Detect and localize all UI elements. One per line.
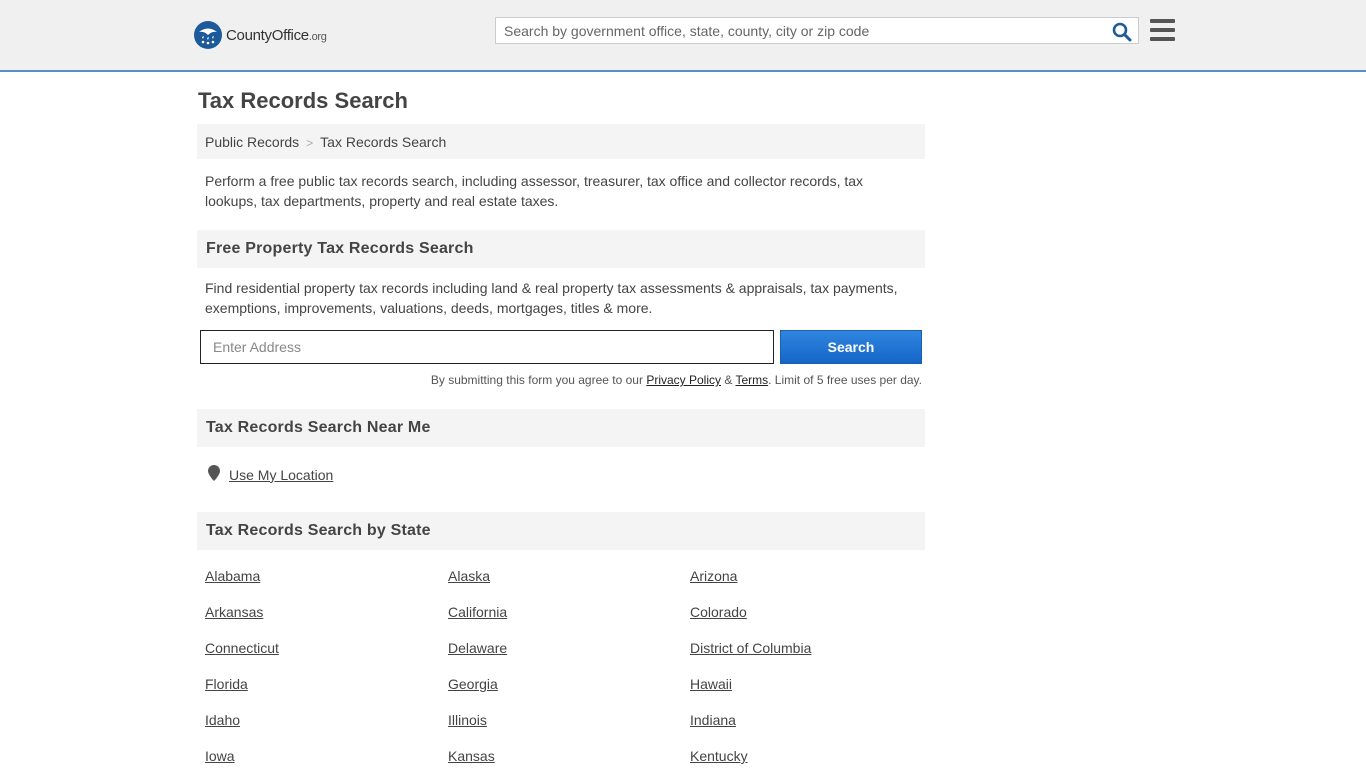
logo-name: CountyOffice [226,26,309,44]
state-link-alaska[interactable]: Alaska [448,568,490,584]
page-title: Tax Records Search [198,88,408,113]
use-location[interactable]: Use My Location [208,465,333,484]
site-search-box [495,17,1139,44]
state-link-georgia[interactable]: Georgia [448,676,498,692]
property-search-heading: Free Property Tax Records Search [197,230,925,268]
state-link-connecticut[interactable]: Connecticut [205,640,279,656]
state-link-iowa[interactable]: Iowa [205,748,235,764]
state-link-california[interactable]: California [448,604,507,620]
breadcrumb-public-records[interactable]: Public Records [205,134,299,150]
state-link-arizona[interactable]: Arizona [690,568,737,584]
by-state-heading: Tax Records Search by State [197,512,925,550]
hamburger-menu-icon[interactable] [1150,19,1175,41]
state-link-indiana[interactable]: Indiana [690,712,736,728]
state-link-colorado[interactable]: Colorado [690,604,747,620]
state-link-kansas[interactable]: Kansas [448,748,495,764]
map-pin-icon [208,465,220,484]
site-logo[interactable]: CountyOffice.org [194,20,327,50]
state-link-hawaii[interactable]: Hawaii [690,676,732,692]
breadcrumb-current: Tax Records Search [320,134,447,150]
state-link-district-of-columbia[interactable]: District of Columbia [690,640,811,656]
site-header: CountyOffice.org [0,0,1366,72]
breadcrumb-separator: > [306,136,314,150]
state-link-delaware[interactable]: Delaware [448,640,507,656]
disclaimer-prefix: By submitting this form you agree to our [430,373,647,387]
logo-badge-icon [194,21,222,49]
search-button[interactable]: Search [780,330,922,364]
state-link-florida[interactable]: Florida [205,676,248,692]
intro-text: Perform a free public tax records search… [205,173,864,209]
state-link-idaho[interactable]: Idaho [205,712,240,728]
disclaimer-suffix: . Limit of 5 free uses per day. [768,373,922,387]
state-link-arkansas[interactable]: Arkansas [205,604,263,620]
state-link-kentucky[interactable]: Kentucky [690,748,748,764]
state-link-alabama[interactable]: Alabama [205,568,260,584]
disclaimer-amp: & [721,373,736,387]
terms-link[interactable]: Terms [735,373,768,387]
logo-text: CountyOffice.org [226,27,327,44]
property-search-description: Find residential property tax records in… [205,280,898,316]
state-link-illinois[interactable]: Illinois [448,712,487,728]
privacy-policy-link[interactable]: Privacy Policy [646,373,721,387]
form-disclaimer: By submitting this form you agree to our… [200,373,922,387]
site-search-input[interactable] [496,18,1104,43]
breadcrumb: Public Records > Tax Records Search [197,124,925,159]
use-my-location-link[interactable]: Use My Location [229,467,333,483]
logo-tld: .org [308,30,327,43]
search-icon[interactable] [1112,22,1132,42]
address-input[interactable] [200,330,774,364]
near-me-heading: Tax Records Search Near Me [197,409,925,447]
